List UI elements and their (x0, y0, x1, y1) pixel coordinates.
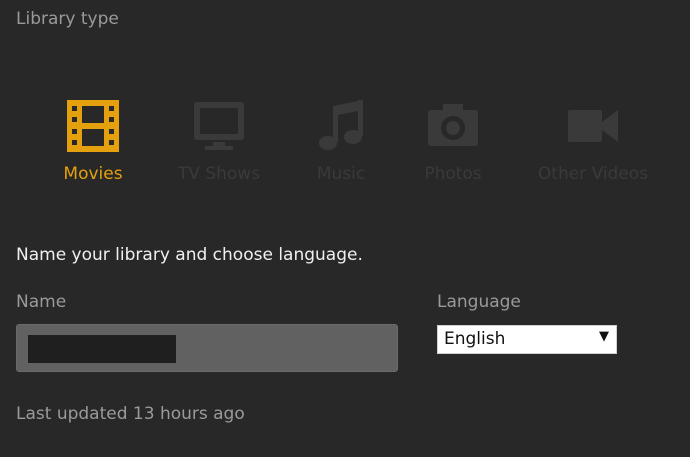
library-type-movies[interactable]: Movies (28, 98, 158, 193)
library-type-label: Music (316, 164, 366, 184)
tv-icon (194, 102, 244, 150)
redacted-name-value (28, 335, 176, 363)
camera-icon (428, 104, 478, 146)
name-language-prompt: Name your library and choose language. (16, 245, 363, 265)
library-type-photos[interactable]: Photos (388, 98, 518, 193)
music-note-icon (319, 100, 363, 150)
last-updated-text: Last updated 13 hours ago (16, 404, 245, 424)
section-title: Library type (16, 9, 119, 29)
name-label: Name (16, 292, 67, 312)
language-label: Language (437, 292, 521, 312)
library-type-label: Movies (63, 164, 123, 184)
library-name-input[interactable] (16, 324, 398, 372)
language-selected-value: English (444, 329, 506, 349)
library-type-label: Photos (424, 164, 482, 184)
library-type-label: TV Shows (177, 164, 261, 184)
library-type-music[interactable]: Music (276, 98, 406, 193)
library-type-other-videos[interactable]: Other Videos (528, 98, 658, 193)
video-camera-icon (568, 110, 618, 142)
language-select[interactable]: English ▼ (437, 325, 617, 354)
film-icon (67, 100, 119, 152)
dropdown-arrow-icon: ▼ (599, 329, 609, 344)
library-type-tv-shows[interactable]: TV Shows (154, 98, 284, 193)
library-type-label: Other Videos (537, 164, 649, 184)
